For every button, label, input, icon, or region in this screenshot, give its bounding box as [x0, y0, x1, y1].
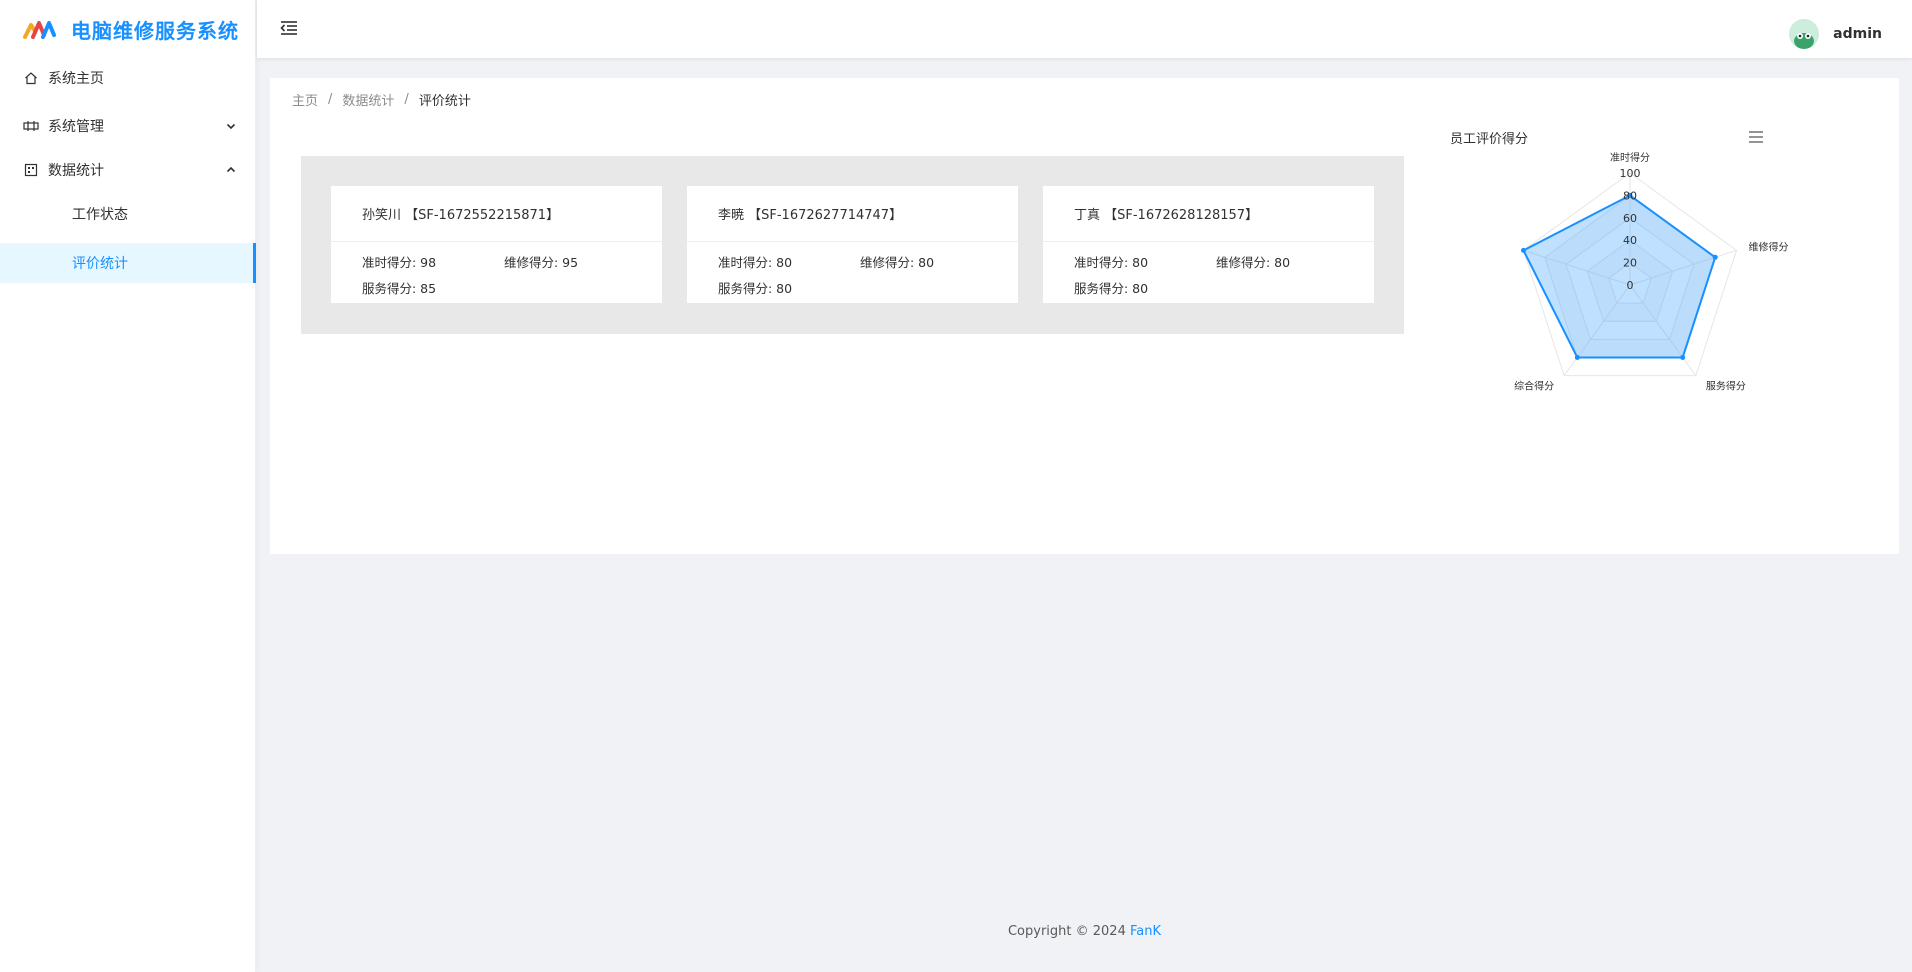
service-score: 服务得分: 85 — [362, 280, 437, 296]
repair-score: 维修得分: 80 — [860, 254, 935, 270]
radar-data-point — [1574, 354, 1580, 360]
breadcrumb-current: 评价统计 — [418, 94, 471, 109]
sidebar-item-system-management[interactable]: 系统管理 — [0, 106, 256, 146]
radar-tick-label: 80 — [1623, 189, 1637, 202]
sidebar-item-label: 系统主页 — [48, 71, 104, 87]
ontime-score: 准时得分: 80 — [718, 254, 793, 270]
settings-icon — [23, 118, 39, 134]
radar-axis-label: 维修得分 — [1749, 240, 1789, 253]
chevron-up-icon — [226, 166, 236, 173]
repair-score: 维修得分: 95 — [504, 254, 579, 270]
main-panel: 主页 / 数据统计 / 评价统计 孙笑川 【SF-1672552215871】 … — [270, 78, 1899, 554]
chart-menu-icon[interactable] — [1748, 130, 1764, 144]
employee-card: 丁真 【SF-1672628128157】 准时得分: 80 维修得分: 80 … — [1043, 186, 1374, 303]
radar-chart-title: 员工评价得分 — [1450, 132, 1529, 147]
radar-chart: 100 80 60 40 20 0 准时得分维修得分服务得分 综合得分 — [1514, 152, 1789, 393]
footer-copyright: Copyright © 2024 — [1007, 924, 1126, 939]
employee-card-strip: 孙笑川 【SF-1672552215871】 准时得分: 98 维修得分: 95… — [301, 156, 1404, 334]
sidebar-item-data-stats[interactable]: 数据统计 — [0, 150, 256, 190]
radar-axis-label: 准时得分 — [1610, 152, 1650, 164]
service-score: 服务得分: 80 — [718, 280, 793, 296]
repair-score: 维修得分: 80 — [1216, 254, 1291, 270]
sidebar-subitem-label: 工作状态 — [72, 207, 128, 223]
employee-card-header: 李暁 【SF-1672627714747】 — [687, 186, 1018, 242]
ontime-score: 准时得分: 80 — [1074, 254, 1149, 270]
breadcrumb-home[interactable]: 主页 — [292, 90, 318, 109]
breadcrumb: 主页 / 数据统计 / 评价统计 — [292, 90, 471, 109]
radar-tick-label: 40 — [1623, 234, 1637, 247]
avatar-icon — [1789, 19, 1820, 49]
radar-data-point — [1712, 254, 1718, 260]
breadcrumb-separator: / — [404, 92, 409, 107]
top-header: admin — [257, 0, 1912, 58]
service-score: 服务得分: 80 — [1074, 280, 1149, 296]
sidebar-subitem-work-status[interactable]: 工作状态 — [0, 194, 256, 234]
ontime-score: 准时得分: 98 — [362, 254, 437, 270]
employee-card: 李暁 【SF-1672627714747】 准时得分: 80 维修得分: 80 … — [687, 186, 1018, 303]
username: admin — [1833, 26, 1882, 42]
sidebar-item-home[interactable]: 系统主页 — [0, 58, 256, 98]
home-icon — [23, 70, 39, 86]
stats-icon — [23, 162, 39, 178]
user-menu[interactable]: admin — [1789, 19, 1882, 49]
brand[interactable]: 电脑维修服务系统 — [0, 0, 255, 58]
employee-card-header: 孙笑川 【SF-1672552215871】 — [331, 186, 662, 242]
breadcrumb-data-stats[interactable]: 数据统计 — [342, 90, 394, 109]
breadcrumb-separator: / — [328, 92, 333, 107]
employee-card-header: 丁真 【SF-1672628128157】 — [1043, 186, 1374, 242]
app-title: 电脑维修服务系统 — [71, 18, 239, 43]
radar-axis-label: 服务得分 — [1706, 380, 1746, 393]
menu-fold-icon[interactable] — [279, 18, 299, 38]
sidebar-subitem-rating-stats[interactable]: 评价统计 — [0, 243, 256, 283]
radar-tick-label: 60 — [1623, 212, 1637, 225]
employee-card: 孙笑川 【SF-1672552215871】 准时得分: 98 维修得分: 95… — [331, 186, 662, 303]
sidebar-subitem-label: 评价统计 — [72, 256, 128, 272]
radar-axis-label: 综合得分 — [1514, 380, 1554, 393]
logo-icon — [23, 21, 56, 39]
sidebar-item-label: 系统管理 — [48, 119, 104, 135]
footer-author[interactable]: FanK — [1130, 924, 1161, 939]
radar-tick-label: 0 — [1627, 279, 1634, 292]
chevron-down-icon — [226, 123, 236, 130]
sidebar-item-label: 数据统计 — [48, 163, 104, 179]
radar-tick-label: 20 — [1623, 257, 1637, 270]
radar-data-point — [1520, 247, 1526, 253]
footer: Copyright © 2024 FanK — [257, 924, 1912, 939]
radar-data-point — [1680, 354, 1686, 360]
radar-tick-label: 100 — [1620, 167, 1641, 180]
sidebar: 电脑维修服务系统 系统主页 系统管理 数据统计 工作状态 评价统计 — [0, 0, 256, 972]
